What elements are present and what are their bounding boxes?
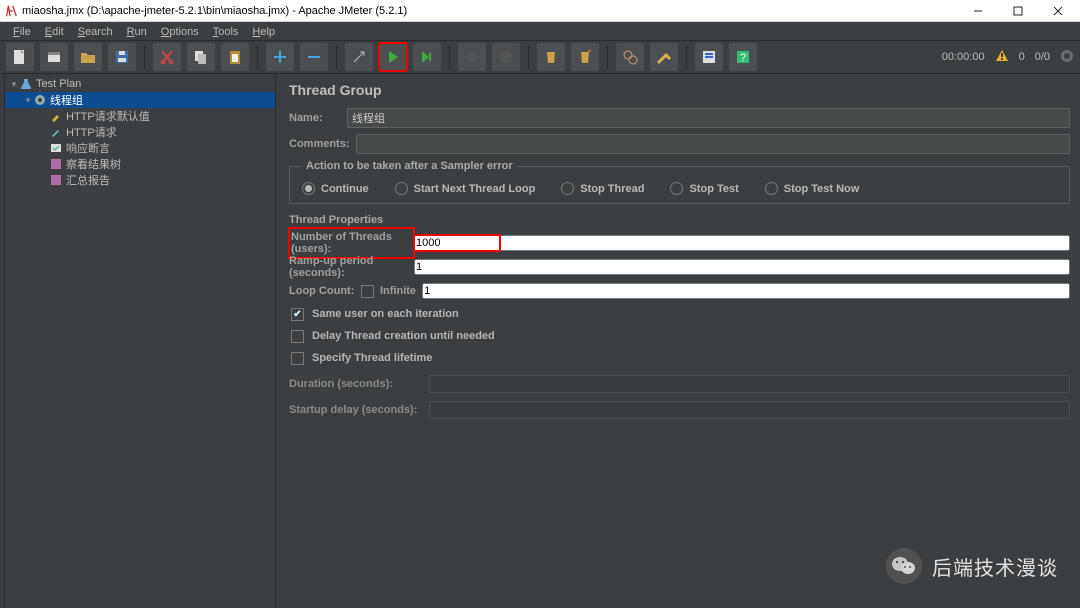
radio-stop-now[interactable]: Stop Test Now xyxy=(765,182,860,195)
delay-create-label: Delay Thread creation until needed xyxy=(312,330,495,342)
menu-file[interactable]: File xyxy=(6,25,38,38)
radio-stop-thread[interactable]: Stop Thread xyxy=(561,182,644,195)
tree-item-summary[interactable]: 汇总报告 xyxy=(5,172,275,188)
copy-button[interactable] xyxy=(187,43,215,71)
pipette-icon xyxy=(49,125,63,139)
reset-search-button[interactable] xyxy=(650,43,678,71)
window-minimize-button[interactable] xyxy=(958,0,998,22)
menu-tools[interactable]: Tools xyxy=(206,25,246,38)
loop-count-label: Loop Count: xyxy=(289,285,361,297)
shutdown-button[interactable] xyxy=(492,43,520,71)
sampler-error-legend: Action to be taken after a Sampler error xyxy=(302,160,517,172)
cut-button[interactable] xyxy=(153,43,181,71)
num-threads-label: Number of Threads (users): xyxy=(289,228,414,258)
menu-help[interactable]: Help xyxy=(245,25,282,38)
tree-item-response-assert[interactable]: 响应断言 xyxy=(5,140,275,156)
assert-icon xyxy=(49,141,63,155)
help-button[interactable]: ? xyxy=(729,43,757,71)
start-button[interactable] xyxy=(379,43,407,71)
ramp-up-input[interactable] xyxy=(414,259,1070,275)
remove-button[interactable] xyxy=(300,43,328,71)
toolbar: ? 00:00:00 0 0/0 xyxy=(0,40,1080,74)
watermark-text: 后端技术漫谈 xyxy=(932,552,1058,581)
startup-delay-input[interactable] xyxy=(429,401,1070,419)
tree-item-thread-group[interactable]: ▾ 线程组 xyxy=(5,92,275,108)
specify-lifetime-label: Specify Thread lifetime xyxy=(312,352,432,364)
stop-button[interactable] xyxy=(458,43,486,71)
wechat-icon xyxy=(886,548,922,584)
infinite-checkbox[interactable] xyxy=(361,285,374,298)
loop-count-input[interactable] xyxy=(422,283,1070,299)
elapsed-time: 00:00:00 xyxy=(942,51,985,63)
menubar: File Edit Search Run Options Tools Help xyxy=(0,22,1080,40)
add-button[interactable] xyxy=(266,43,294,71)
expand-button[interactable] xyxy=(345,43,373,71)
beaker-icon xyxy=(19,77,33,91)
comments-label: Comments: xyxy=(289,138,350,150)
active-threads: 0/0 xyxy=(1035,51,1050,63)
radio-stop-test[interactable]: Stop Test xyxy=(670,182,738,195)
duration-input[interactable] xyxy=(429,375,1070,393)
watermark: 后端技术漫谈 xyxy=(886,548,1058,584)
menu-run[interactable]: Run xyxy=(120,25,154,38)
paste-button[interactable] xyxy=(221,43,249,71)
clear-button[interactable] xyxy=(537,43,565,71)
tree-item-http-request[interactable]: HTTP请求 xyxy=(5,124,275,140)
tree-item-view-results[interactable]: 察看结果树 xyxy=(5,156,275,172)
jmeter-app-icon xyxy=(4,4,18,18)
window-maximize-button[interactable] xyxy=(998,0,1038,22)
templates-button[interactable] xyxy=(40,43,68,71)
gear-icon xyxy=(33,93,47,107)
tree-item-http-defaults[interactable]: HTTP请求默认值 xyxy=(5,108,275,124)
test-plan-tree[interactable]: ▾ Test Plan ▾ 线程组 HTTP请求默认值 HTTP请求 响应断言 xyxy=(5,74,275,608)
start-no-pause-button[interactable] xyxy=(413,43,441,71)
results-tree-icon xyxy=(49,157,63,171)
same-user-checkbox[interactable] xyxy=(291,308,304,321)
duration-label: Duration (seconds): xyxy=(289,378,429,390)
sampler-error-fieldset: Action to be taken after a Sampler error… xyxy=(289,160,1070,204)
menu-options[interactable]: Options xyxy=(154,25,206,38)
same-user-label: Same user on each iteration xyxy=(312,308,459,320)
warning-icon[interactable] xyxy=(995,49,1009,66)
thread-group-panel: Thread Group Name: Comments: Action to b… xyxy=(279,74,1080,608)
thread-properties-title: Thread Properties xyxy=(289,214,1070,226)
function-helper-button[interactable] xyxy=(695,43,723,71)
thread-status-icon xyxy=(1060,49,1074,66)
report-icon xyxy=(49,173,63,187)
wrench-icon xyxy=(49,109,63,123)
name-label: Name: xyxy=(289,112,341,124)
num-threads-input[interactable] xyxy=(414,235,1070,251)
menu-search[interactable]: Search xyxy=(71,25,120,38)
panel-title: Thread Group xyxy=(289,82,1070,98)
window-titlebar: miaosha.jmx (D:\apache-jmeter-5.2.1\bin\… xyxy=(0,0,1080,22)
warning-count: 0 xyxy=(1019,51,1025,63)
radio-start-next[interactable]: Start Next Thread Loop xyxy=(395,182,536,195)
delay-create-checkbox[interactable] xyxy=(291,330,304,343)
specify-lifetime-checkbox[interactable] xyxy=(291,352,304,365)
save-button[interactable] xyxy=(108,43,136,71)
radio-continue[interactable]: Continue xyxy=(302,182,369,195)
infinite-label: Infinite xyxy=(380,285,416,297)
window-close-button[interactable] xyxy=(1038,0,1078,22)
ramp-up-label: Ramp-up period (seconds): xyxy=(289,255,414,279)
open-button[interactable] xyxy=(74,43,102,71)
search-button[interactable] xyxy=(616,43,644,71)
window-title: miaosha.jmx (D:\apache-jmeter-5.2.1\bin\… xyxy=(22,5,958,17)
menu-edit[interactable]: Edit xyxy=(38,25,71,38)
startup-delay-label: Startup delay (seconds): xyxy=(289,404,429,416)
svg-text:?: ? xyxy=(740,52,746,64)
name-input[interactable] xyxy=(347,108,1070,128)
new-button[interactable] xyxy=(6,43,34,71)
clear-all-button[interactable] xyxy=(571,43,599,71)
tree-item-test-plan[interactable]: ▾ Test Plan xyxy=(5,76,275,92)
comments-input[interactable] xyxy=(356,134,1070,154)
